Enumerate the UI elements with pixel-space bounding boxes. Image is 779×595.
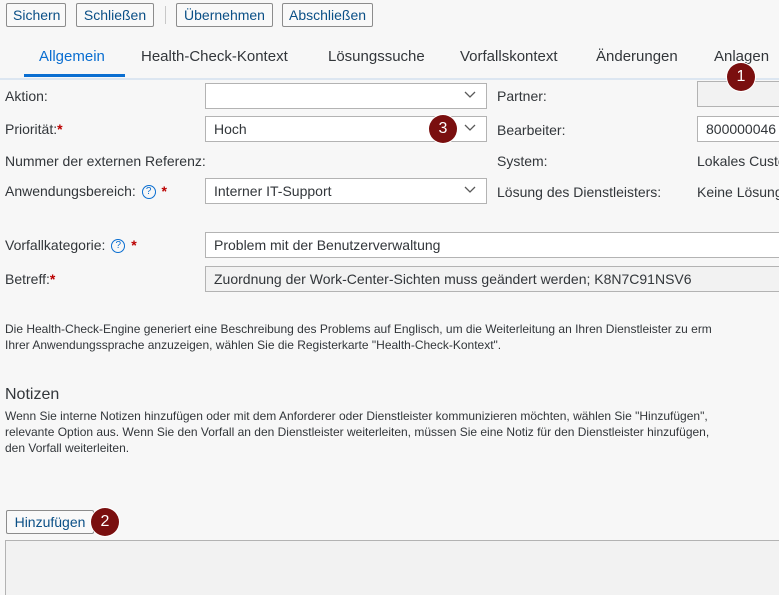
priority-select-value: Hoch	[214, 121, 247, 137]
system-label: System:	[497, 153, 548, 169]
app-area-select[interactable]: Interner IT-Support	[205, 178, 487, 204]
notes-list-area	[5, 540, 779, 595]
callout-badge-3: 3	[429, 115, 457, 143]
action-label: Aktion:	[5, 88, 48, 104]
required-marker: *	[49, 271, 56, 287]
processor-label: Bearbeiter:	[497, 122, 566, 138]
help-icon[interactable]: ?	[111, 239, 126, 254]
provider-solution-label: Lösung des Dienstleisters:	[497, 184, 662, 200]
health-check-info-line-2: Ihrer Anwendungssprache anzuzeigen, wähl…	[5, 338, 502, 352]
priority-label-group: Priorität:*	[5, 121, 63, 137]
add-note-button[interactable]: Hinzufügen	[6, 510, 94, 534]
health-check-info-line-1: Die Health-Check-Engine generiert eine B…	[5, 322, 712, 336]
chevron-down-icon	[464, 186, 476, 193]
chevron-down-icon	[464, 91, 476, 98]
subject-value: Zuordnung der Work-Center-Sichten muss g…	[214, 271, 692, 287]
notes-info-line-1: Wenn Sie interne Notizen hinzufügen oder…	[5, 409, 708, 423]
required-marker: *	[57, 121, 63, 137]
required-marker: *	[131, 237, 137, 253]
notes-title: Notizen	[5, 386, 60, 403]
tab-allgemein[interactable]: Allgemein	[39, 48, 105, 65]
subject-input[interactable]: Zuordnung der Work-Center-Sichten muss g…	[205, 266, 779, 292]
tab-vorfallskontext[interactable]: Vorfallskontext	[460, 48, 558, 65]
close-button[interactable]: Schließen	[76, 3, 154, 27]
toolbar-separator	[165, 6, 166, 24]
tab-loesungssuche[interactable]: Lösungssuche	[328, 48, 425, 65]
apply-button[interactable]: Übernehmen	[176, 3, 273, 27]
incident-category-value: Problem mit der Benutzerverwaltung	[214, 237, 441, 253]
partner-label: Partner:	[497, 88, 547, 104]
required-marker: *	[161, 183, 167, 199]
app-area-select-value: Interner IT-Support	[214, 183, 332, 199]
processor-input[interactable]: 800000046	[697, 116, 779, 142]
processor-value: 800000046	[706, 121, 777, 137]
incident-category-label-group: Vorfallkategorie: ? *	[5, 237, 137, 254]
tab-aenderungen[interactable]: Änderungen	[596, 48, 678, 65]
app-area-label-group: Anwendungsbereich: ? *	[5, 183, 167, 200]
subject-label-group: Betreff:*	[5, 271, 55, 287]
incident-category-input[interactable]: Problem mit der Benutzerverwaltung	[205, 232, 779, 258]
provider-solution-value: Keine Lösung	[697, 184, 779, 200]
tab-health-check-kontext[interactable]: Health-Check-Kontext	[141, 48, 288, 65]
callout-badge-2: 2	[91, 508, 119, 536]
notes-info-line-3: den Vorfall weiterleiten.	[5, 441, 130, 455]
priority-label: Priorität:	[5, 121, 58, 137]
active-tab-indicator	[24, 74, 125, 77]
help-icon[interactable]: ?	[141, 185, 156, 200]
chevron-down-icon	[464, 124, 476, 131]
app-area-label: Anwendungsbereich:	[5, 183, 136, 199]
notes-info-line-2: relevante Option aus. Wenn Sie den Vorfa…	[5, 425, 710, 439]
subject-label: Betreff:	[5, 271, 50, 287]
save-button[interactable]: Sichern	[6, 3, 66, 27]
external-ref-label: Nummer der externen Referenz:	[5, 153, 206, 169]
callout-badge-1: 1	[727, 63, 755, 91]
system-value: Lokales Custo	[697, 153, 779, 169]
tab-bar-divider	[0, 78, 779, 80]
complete-button[interactable]: Abschließen	[282, 3, 373, 27]
action-select[interactable]	[205, 83, 487, 109]
incident-category-label: Vorfallkategorie:	[5, 237, 106, 253]
